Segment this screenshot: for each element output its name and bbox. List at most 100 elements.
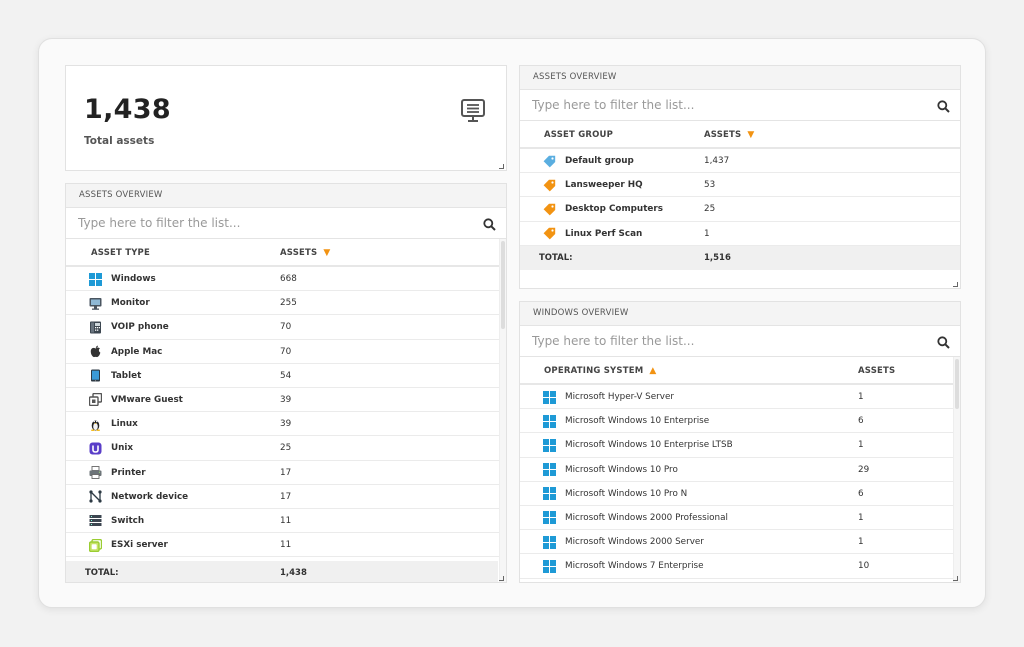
filter-bar	[520, 90, 960, 121]
total-label: TOTAL:	[539, 252, 573, 263]
table-row[interactable]: Linux 39	[66, 412, 506, 437]
search-icon[interactable]	[937, 334, 950, 353]
asset-type-name[interactable]: Unix	[111, 443, 133, 453]
resize-handle[interactable]	[499, 576, 504, 581]
filter-input[interactable]	[66, 208, 440, 238]
table-row[interactable]: ESXi server 11	[66, 533, 506, 558]
windows-icon	[542, 463, 556, 477]
table-row[interactable]: Monitor 255	[66, 291, 506, 316]
sort-asc-icon: ▲	[649, 366, 657, 376]
widget-title: ASSETS OVERVIEW	[520, 66, 960, 90]
search-icon[interactable]	[937, 98, 950, 117]
resize-handle[interactable]	[499, 164, 504, 169]
table-total-row: TOTAL: 1,438	[66, 561, 498, 582]
asset-type-name[interactable]: Monitor	[111, 298, 150, 308]
column-asset-group[interactable]: ASSET GROUP	[544, 130, 613, 140]
table-row[interactable]: Microsoft Windows 7 Enterprise 10	[520, 554, 960, 579]
tag-icon	[542, 202, 556, 216]
asset-count: 17	[280, 491, 292, 502]
asset-group-name[interactable]: Desktop Computers	[565, 204, 663, 214]
asset-type-name[interactable]: VOIP phone	[111, 322, 169, 332]
asset-group-name[interactable]: Lansweeper HQ	[565, 180, 643, 190]
table-row[interactable]: VOIP phone 70	[66, 315, 506, 340]
asset-type-name[interactable]: Network device	[111, 492, 188, 502]
asset-type-name[interactable]: Switch	[111, 516, 144, 526]
table-row[interactable]: Microsoft Hyper-V Server 1	[520, 385, 960, 410]
asset-type-name[interactable]: Linux	[111, 419, 138, 429]
asset-type-name[interactable]: Apple Mac	[111, 347, 162, 357]
os-name[interactable]: Microsoft Hyper-V Server	[565, 392, 674, 402]
asset-count: 10	[858, 561, 870, 572]
asset-group-name[interactable]: Linux Perf Scan	[565, 229, 642, 239]
table-row[interactable]: Linux Perf Scan 1	[520, 222, 960, 246]
scrollbar[interactable]	[499, 239, 506, 582]
tablet-icon	[88, 369, 102, 383]
column-assets[interactable]: ASSETS ▼	[280, 248, 331, 258]
resize-handle[interactable]	[953, 576, 958, 581]
table-row[interactable]: Windows 668	[66, 267, 506, 292]
os-name[interactable]: Microsoft Windows 2000 Professional	[565, 513, 728, 523]
filter-input[interactable]	[520, 90, 894, 120]
filter-input[interactable]	[520, 326, 894, 356]
table-row[interactable]: Apple Mac 70	[66, 340, 506, 364]
asset-count: 70	[280, 346, 292, 357]
asset-group-name[interactable]: Default group	[565, 156, 634, 166]
scrollbar-thumb[interactable]	[955, 359, 959, 409]
table-row[interactable]: VMware Guest 39	[66, 388, 506, 413]
total-label: TOTAL:	[85, 568, 119, 578]
asset-type-name[interactable]: Windows	[111, 274, 156, 284]
column-assets[interactable]: ASSETS ▼	[704, 130, 755, 140]
table-header: ASSET TYPE ASSETS ▼	[66, 239, 506, 267]
os-name[interactable]: Microsoft Windows 10 Pro N	[565, 489, 687, 499]
asset-count: 54	[280, 370, 292, 381]
column-assets-label: ASSETS	[704, 130, 742, 140]
asset-count: 25	[280, 443, 292, 454]
table-row[interactable]: Microsoft Windows 2000 Professional 1	[520, 506, 960, 531]
table-row[interactable]: Microsoft Windows 10 Enterprise LTSB 1	[520, 433, 960, 458]
scrollbar[interactable]	[953, 357, 960, 582]
sort-desc-icon: ▼	[747, 130, 755, 140]
column-asset-type[interactable]: ASSET TYPE	[91, 248, 150, 258]
table-row[interactable]: Lansweeper HQ 53	[520, 173, 960, 198]
asset-count: 255	[280, 298, 297, 309]
monitor-list-icon	[460, 98, 486, 128]
scrollbar-thumb[interactable]	[501, 241, 505, 329]
asset-count: 1	[858, 440, 864, 451]
table-header: OPERATING SYSTEM ▲ ASSETS	[520, 357, 960, 385]
table-row[interactable]: Tablet 54	[66, 364, 506, 388]
os-list: Microsoft Hyper-V Server 1 Microsoft Windo…	[520, 385, 960, 579]
os-name[interactable]: Microsoft Windows 2000 Server	[565, 537, 704, 547]
table-row[interactable]: Microsoft Windows 10 Pro 29	[520, 458, 960, 482]
asset-type-name[interactable]: VMware Guest	[111, 395, 183, 405]
asset-type-name[interactable]: Printer	[111, 468, 146, 478]
os-name[interactable]: Microsoft Windows 10 Enterprise LTSB	[565, 440, 733, 450]
table-row[interactable]: Desktop Computers 25	[520, 197, 960, 222]
os-name[interactable]: Microsoft Windows 7 Enterprise	[565, 561, 704, 571]
filter-bar	[66, 208, 506, 239]
asset-count: 1	[858, 537, 864, 548]
table-row[interactable]: Default group 1,437	[520, 149, 960, 174]
asset-type-name[interactable]: Tablet	[111, 371, 141, 381]
asset-type-name[interactable]: ESXi server	[111, 540, 168, 550]
table-total-row: TOTAL: 1,516	[520, 245, 960, 270]
table-row[interactable]: Network device 17	[66, 485, 506, 509]
table-row[interactable]: Microsoft Windows 10 Pro N 6	[520, 482, 960, 506]
column-operating-system[interactable]: OPERATING SYSTEM ▲	[544, 366, 657, 376]
table-row[interactable]: Unix 25	[66, 436, 506, 461]
search-icon[interactable]	[483, 216, 496, 235]
column-assets[interactable]: ASSETS	[858, 366, 895, 376]
asset-count: 39	[280, 419, 292, 430]
table-row[interactable]: Microsoft Windows 2000 Server 1	[520, 530, 960, 555]
table-row[interactable]: Switch 11	[66, 509, 506, 534]
column-os-label: OPERATING SYSTEM	[544, 366, 644, 376]
asset-count: 11	[280, 515, 292, 526]
asset-count: 53	[704, 180, 716, 191]
printer-icon	[88, 466, 102, 480]
os-name[interactable]: Microsoft Windows 10 Pro	[565, 465, 678, 475]
table-row[interactable]: Microsoft Windows 10 Enterprise 6	[520, 409, 960, 434]
table-row[interactable]: Printer 17	[66, 461, 506, 485]
os-name[interactable]: Microsoft Windows 10 Enterprise	[565, 416, 709, 426]
unix-icon	[88, 441, 102, 455]
asset-count: 1	[858, 512, 864, 523]
resize-handle[interactable]	[953, 282, 958, 287]
